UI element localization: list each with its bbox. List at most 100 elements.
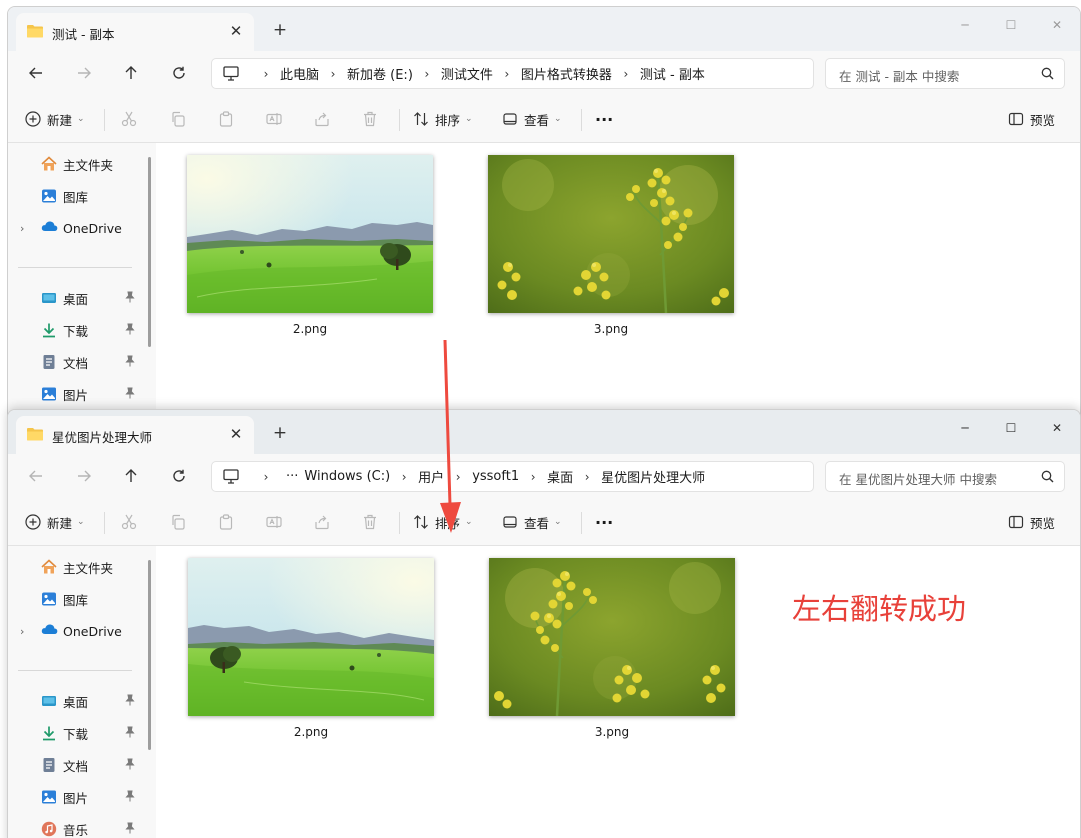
- sort-button[interactable]: 排序 ⌄: [413, 107, 473, 131]
- sidebar-item-pictures[interactable]: 图片: [8, 381, 148, 407]
- sidebar-item-documents[interactable]: 文档: [8, 349, 148, 375]
- breadcrumb-separator[interactable]: ›: [252, 67, 280, 81]
- breadcrumb-separator[interactable]: ›: [319, 67, 347, 81]
- share-icon[interactable]: [314, 107, 330, 131]
- breadcrumb-separator[interactable]: ›: [519, 470, 547, 484]
- new-tab-icon[interactable]: +: [270, 21, 290, 41]
- breadcrumb-item[interactable]: 测试 - 副本: [640, 64, 705, 83]
- breadcrumb-item[interactable]: 用户: [418, 467, 444, 486]
- image-thumbnail-landscape[interactable]: [187, 155, 433, 313]
- cut-icon[interactable]: [121, 107, 137, 131]
- paste-icon[interactable]: [218, 107, 234, 131]
- scrollbar[interactable]: [148, 157, 151, 347]
- up-icon[interactable]: [117, 60, 145, 86]
- file-name[interactable]: 2.png: [188, 725, 434, 739]
- sidebar-item-home[interactable]: 主文件夹: [8, 554, 148, 580]
- pin-icon[interactable]: [125, 726, 135, 741]
- sidebar-item-onedrive[interactable]: › OneDrive: [8, 618, 148, 644]
- close-tab-icon[interactable]: ✕: [226, 21, 246, 41]
- address-bar[interactable]: › 此电脑 › 新加卷 (E:) › 测试文件 › 图片格式转换器 › 测试 -…: [211, 58, 814, 89]
- breadcrumb-separator[interactable]: ›: [413, 67, 441, 81]
- search-input[interactable]: 在 星优图片处理大师 中搜索: [825, 461, 1065, 492]
- sidebar-item-desktop[interactable]: 桌面: [8, 688, 148, 714]
- back-icon[interactable]: [22, 60, 50, 86]
- maximize-icon[interactable]: ☐: [988, 11, 1034, 39]
- delete-icon[interactable]: [362, 107, 378, 131]
- scrollbar[interactable]: [148, 560, 151, 750]
- view-button[interactable]: 查看 ⌄: [502, 107, 562, 131]
- copy-icon[interactable]: [170, 107, 186, 131]
- pin-icon[interactable]: [125, 323, 135, 338]
- address-bar[interactable]: › ··· Windows (C:) › 用户 › yssoft1 › 桌面 ›…: [211, 461, 814, 492]
- breadcrumb-item[interactable]: 图片格式转换器: [521, 64, 612, 83]
- search-input[interactable]: 在 测试 - 副本 中搜索: [825, 58, 1065, 89]
- breadcrumb-item[interactable]: 桌面: [547, 467, 573, 486]
- pin-icon[interactable]: [125, 790, 135, 805]
- pin-icon[interactable]: [125, 355, 135, 370]
- new-button[interactable]: 新建 ⌄: [25, 510, 85, 534]
- breadcrumb-separator[interactable]: ›: [612, 67, 640, 81]
- refresh-icon[interactable]: [165, 463, 193, 489]
- sidebar-item-desktop[interactable]: 桌面: [8, 285, 148, 311]
- breadcrumb-overflow-icon[interactable]: ···: [286, 469, 298, 484]
- sidebar-item-gallery[interactable]: 图库: [8, 183, 148, 209]
- breadcrumb-item[interactable]: yssoft1: [472, 469, 519, 484]
- more-options-icon[interactable]: ···: [595, 107, 613, 131]
- more-options-icon[interactable]: ···: [595, 510, 613, 534]
- view-button[interactable]: 查看 ⌄: [502, 510, 562, 534]
- search-icon[interactable]: [1041, 67, 1054, 83]
- close-window-icon[interactable]: ✕: [1034, 414, 1080, 442]
- breadcrumb-separator[interactable]: ›: [252, 470, 280, 484]
- tab-active[interactable]: 星优图片处理大师 ✕: [16, 416, 254, 454]
- breadcrumb-item[interactable]: 星优图片处理大师: [601, 467, 705, 486]
- sidebar-item-gallery[interactable]: 图库: [8, 586, 148, 612]
- new-tab-icon[interactable]: +: [270, 424, 290, 444]
- pin-icon[interactable]: [125, 694, 135, 709]
- close-window-icon[interactable]: ✕: [1034, 11, 1080, 39]
- sort-button[interactable]: 排序 ⌄: [413, 510, 473, 534]
- copy-icon[interactable]: [170, 510, 186, 534]
- forward-icon[interactable]: [70, 60, 98, 86]
- breadcrumb-item[interactable]: 新加卷 (E:): [347, 64, 413, 83]
- pin-icon[interactable]: [125, 291, 135, 306]
- forward-icon[interactable]: [70, 463, 98, 489]
- sidebar-item-pictures[interactable]: 图片: [8, 784, 148, 810]
- chevron-right-icon[interactable]: ›: [20, 625, 24, 638]
- preview-button[interactable]: 预览: [1008, 107, 1055, 131]
- breadcrumb-item[interactable]: 测试文件: [441, 64, 493, 83]
- rename-icon[interactable]: [266, 107, 282, 131]
- paste-icon[interactable]: [218, 510, 234, 534]
- pin-icon[interactable]: [125, 758, 135, 773]
- minimize-icon[interactable]: ─: [942, 414, 988, 442]
- rename-icon[interactable]: [266, 510, 282, 534]
- image-thumbnail-landscape-flipped[interactable]: [188, 558, 434, 716]
- back-icon[interactable]: [22, 463, 50, 489]
- close-tab-icon[interactable]: ✕: [226, 424, 246, 444]
- breadcrumb-separator[interactable]: ›: [390, 470, 418, 484]
- minimize-icon[interactable]: ─: [942, 11, 988, 39]
- delete-icon[interactable]: [362, 510, 378, 534]
- new-button[interactable]: 新建 ⌄: [25, 107, 85, 131]
- file-name[interactable]: 3.png: [488, 322, 734, 336]
- preview-button[interactable]: 预览: [1008, 510, 1055, 534]
- sidebar-item-downloads[interactable]: 下载: [8, 317, 148, 343]
- pin-icon[interactable]: [125, 387, 135, 402]
- refresh-icon[interactable]: [165, 60, 193, 86]
- breadcrumb-separator[interactable]: ›: [573, 470, 601, 484]
- sidebar-item-home[interactable]: 主文件夹: [8, 151, 148, 177]
- file-name[interactable]: 3.png: [489, 725, 735, 739]
- sidebar-item-music[interactable]: 音乐: [8, 816, 148, 838]
- share-icon[interactable]: [314, 510, 330, 534]
- tab-active[interactable]: 测试 - 副本 ✕: [16, 13, 254, 51]
- up-icon[interactable]: [117, 463, 145, 489]
- image-thumbnail-flower[interactable]: [488, 155, 734, 313]
- sidebar-item-downloads[interactable]: 下载: [8, 720, 148, 746]
- sidebar-item-documents[interactable]: 文档: [8, 752, 148, 778]
- cut-icon[interactable]: [121, 510, 137, 534]
- image-thumbnail-flower-flipped[interactable]: [489, 558, 735, 716]
- breadcrumb-item[interactable]: Windows (C:): [304, 469, 390, 484]
- sidebar-item-onedrive[interactable]: › OneDrive: [8, 215, 148, 241]
- file-name[interactable]: 2.png: [187, 322, 433, 336]
- breadcrumb-separator[interactable]: ›: [493, 67, 521, 81]
- pin-icon[interactable]: [125, 822, 135, 837]
